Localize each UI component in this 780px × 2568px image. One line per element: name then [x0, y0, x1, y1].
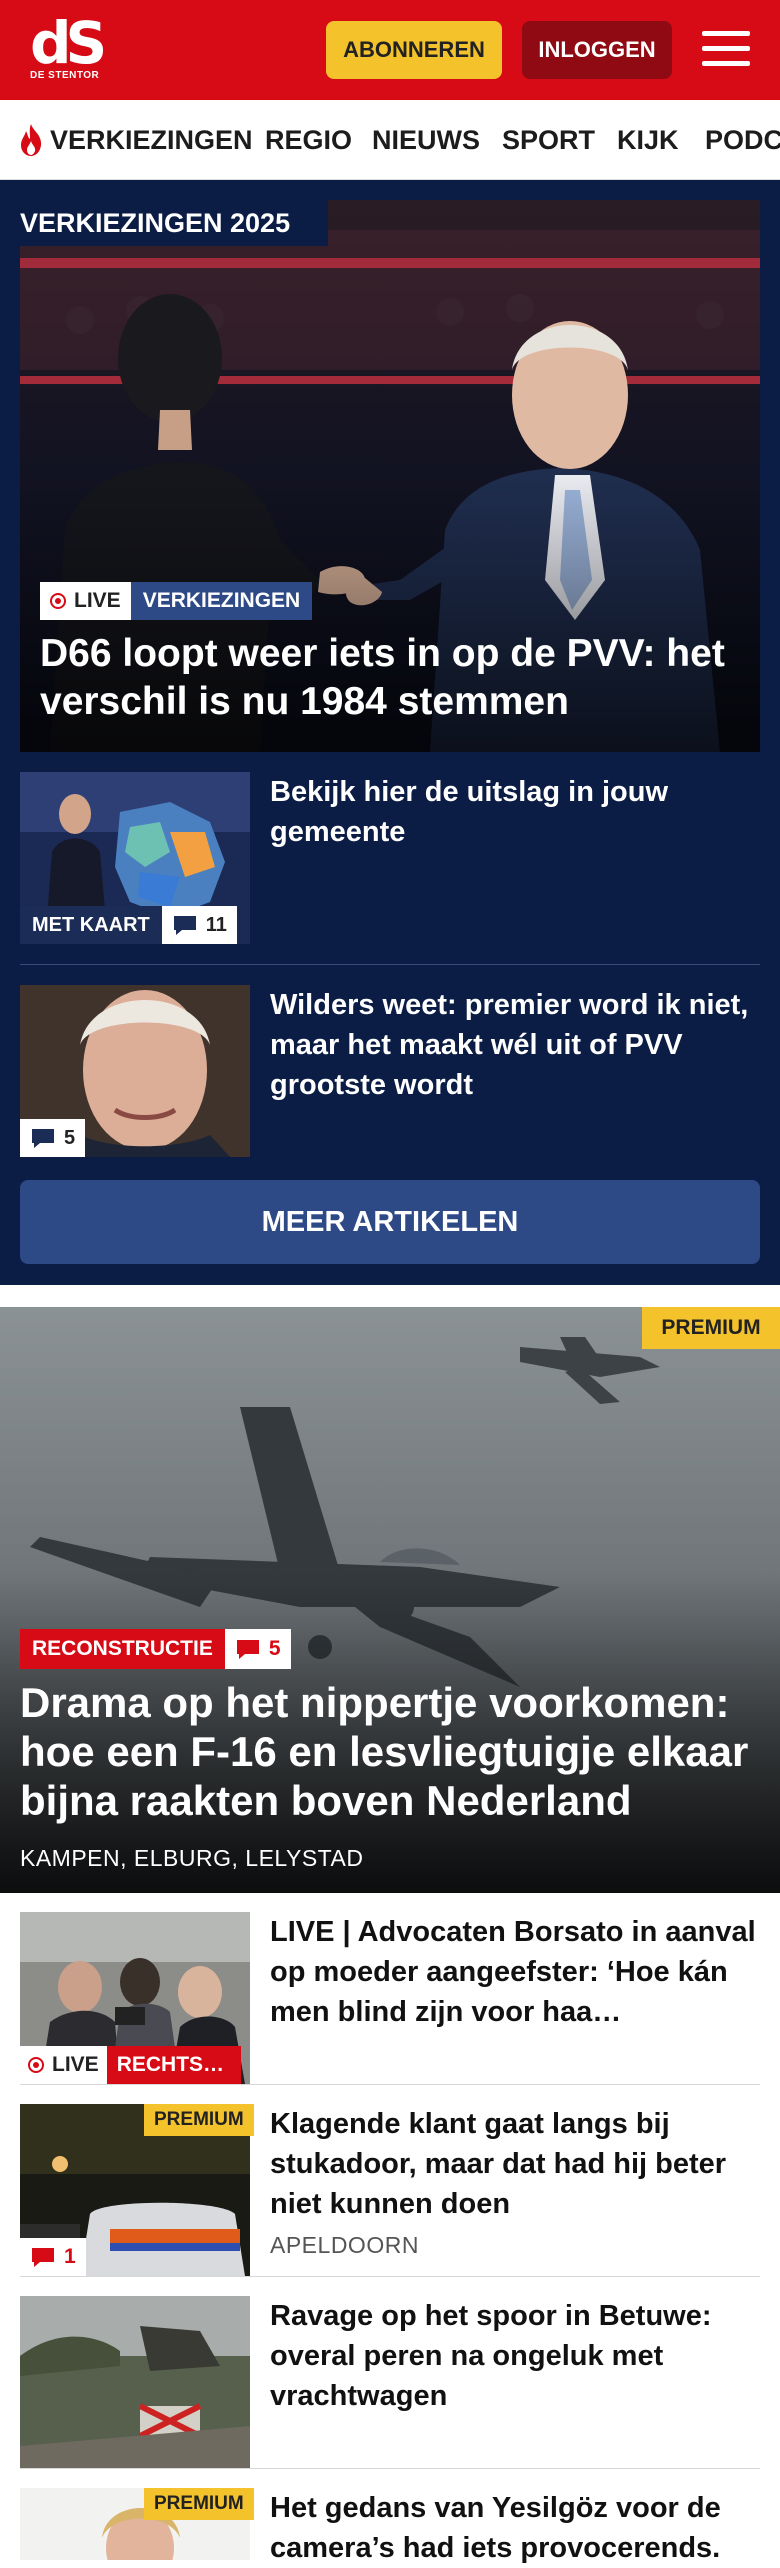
comment-count: 5 — [64, 1126, 76, 1149]
category-badge: RECHTS… — [106, 2046, 241, 2084]
article-title[interactable]: LIVE | Advocaten Borsato in aanval op mo… — [270, 1912, 760, 2032]
article-thumbnail[interactable] — [20, 2296, 250, 2468]
comment-icon — [173, 916, 196, 935]
train-accident-photo — [20, 2296, 250, 2468]
nav-item-podcasts[interactable]: PODC — [705, 100, 780, 179]
main-navigation: VERKIEZINGEN REGIO NIEUWS SPORT KIJK POD… — [0, 100, 780, 180]
comment-count: 11 — [205, 913, 227, 936]
map-badge: MET KAART — [20, 906, 162, 944]
article-title[interactable]: Klagende klant gaat langs bij stukadoor,… — [270, 2104, 760, 2224]
live-badge: LIVE — [40, 582, 131, 620]
comment-icon — [32, 1129, 54, 1148]
divider — [20, 2084, 760, 2085]
nav-item-verkiezingen[interactable]: VERKIEZINGEN — [18, 100, 253, 179]
live-dot-icon — [28, 2057, 44, 2073]
comment-count-badge: 5 — [20, 1119, 86, 1157]
article-title[interactable]: Het gedans van Yesilgöz voor de camera’s… — [270, 2488, 760, 2568]
article-thumbnail[interactable]: 5 — [20, 985, 250, 1157]
live-badge: LIVE — [20, 2046, 107, 2084]
nav-item-kijk[interactable]: KIJK — [617, 100, 679, 179]
nav-item-sport[interactable]: SPORT — [502, 100, 595, 179]
more-articles-button[interactable]: MEER ARTIKELEN — [20, 1180, 760, 1264]
category-badge: RECONSTRUCTIE — [20, 1629, 225, 1669]
logo-subtitle: DE STENTOR — [30, 70, 100, 81]
comment-count-badge: 1 — [20, 2238, 86, 2276]
divider — [20, 964, 760, 965]
article-title[interactable]: Wilders weet: premier word ik niet, maar… — [270, 985, 760, 1105]
premium-badge: PREMIUM — [144, 2488, 254, 2520]
live-category-tags: LIVE RECHTS… — [20, 2046, 241, 2084]
featured-location: KAMPEN, ELBURG, LELYSTAD — [20, 1845, 364, 1871]
live-label: LIVE — [52, 2053, 99, 2076]
hamburger-icon[interactable] — [700, 27, 752, 71]
premium-badge: PREMIUM — [642, 1307, 780, 1349]
login-button[interactable]: INLOGGEN — [522, 21, 672, 79]
comment-count-badge: 5 — [224, 1629, 291, 1669]
subscribe-button[interactable]: ABONNEREN — [326, 21, 502, 79]
top-bar: dS DE STENTOR ABONNEREN INLOGGEN — [0, 0, 780, 100]
article-location: APELDOORN — [270, 2232, 419, 2258]
thumbnail-tags: 5 — [20, 1119, 86, 1157]
comment-count: 5 — [268, 1637, 281, 1660]
site-logo[interactable]: dS DE STENTOR — [30, 14, 114, 86]
article-title[interactable]: Bekijk hier de uitslag in jouw gemeente — [270, 772, 760, 852]
comment-icon — [32, 2248, 54, 2267]
flame-icon — [21, 124, 42, 156]
divider — [20, 2468, 760, 2469]
comment-count: 1 — [64, 2245, 76, 2268]
category-badge: VERKIEZINGEN — [130, 582, 313, 620]
premium-badge: PREMIUM — [144, 2104, 254, 2136]
logo-mark: dS — [30, 9, 107, 77]
article-title[interactable]: Ravage op het spoor in Betuwe: overal pe… — [270, 2296, 760, 2416]
hero-tags: LIVE VERKIEZINGEN — [40, 582, 313, 620]
live-dot-icon — [50, 593, 66, 609]
featured-title[interactable]: Drama op het nippertje voorkomen: hoe ee… — [20, 1678, 760, 1825]
section-title: VERKIEZINGEN 2025 — [20, 200, 328, 246]
comment-icon — [236, 1640, 259, 1659]
hero-title[interactable]: D66 loopt weer iets in op de PVV: het ve… — [40, 630, 740, 726]
nav-item-regio[interactable]: REGIO — [265, 100, 352, 179]
nav-label: VERKIEZINGEN — [50, 124, 253, 155]
thumbnail-tags: MET KAART 11 — [20, 906, 237, 944]
divider — [20, 2276, 760, 2277]
nav-item-nieuws[interactable]: NIEUWS — [372, 100, 480, 179]
live-label: LIVE — [74, 589, 121, 612]
section-title-text: VERKIEZINGEN 2025 — [20, 207, 291, 238]
comment-count-badge: 11 — [161, 906, 237, 944]
featured-tags: RECONSTRUCTIE 5 — [20, 1629, 291, 1669]
article-thumbnail[interactable]: MET KAART 11 — [20, 772, 250, 944]
